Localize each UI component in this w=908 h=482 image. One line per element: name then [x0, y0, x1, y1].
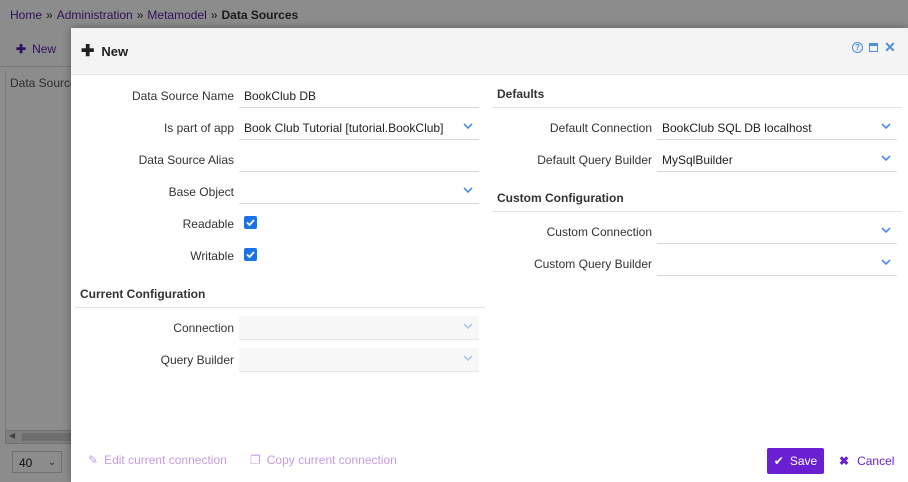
default-connection-label: Default Connection	[549, 121, 652, 135]
connection-label: Connection	[173, 321, 234, 335]
connection-select	[239, 316, 479, 340]
chevron-down-icon	[463, 186, 473, 194]
data-source-name-label: Data Source Name	[131, 89, 234, 103]
current-configuration-heading: Current Configuration	[80, 287, 206, 301]
save-button[interactable]: ✔ Save	[767, 448, 824, 474]
custom-configuration-heading: Custom Configuration	[497, 191, 624, 205]
cancel-button-label: Cancel	[857, 454, 895, 468]
plus-icon: ✚	[81, 43, 95, 60]
dialog-title-text: New	[101, 44, 129, 59]
save-button-label: Save	[789, 454, 818, 468]
chevron-down-icon	[463, 122, 473, 130]
custom-query-builder-label: Custom Query Builder	[533, 257, 652, 271]
writable-label: Writable	[190, 249, 234, 263]
is-part-of-app-value: Book Club Tutorial [tutorial.BookClub]	[244, 121, 444, 135]
base-object-label: Base Object	[168, 185, 234, 199]
edit-current-connection-label: Edit current connection	[104, 453, 227, 467]
default-connection-value: BookClub SQL DB localhost	[662, 121, 812, 135]
copy-current-connection-link[interactable]: ❐ Copy current connection	[250, 453, 397, 467]
maximize-icon[interactable]	[869, 42, 878, 52]
dialog-header: ✚ New ? ✕	[71, 28, 908, 75]
custom-query-builder-select[interactable]	[657, 252, 897, 276]
chevron-down-icon	[881, 122, 891, 130]
chevron-down-icon	[463, 322, 473, 330]
edit-icon: ✎	[88, 453, 99, 467]
is-part-of-app-select[interactable]: Book Club Tutorial [tutorial.BookClub]	[239, 116, 479, 140]
section-divider	[492, 107, 902, 108]
defaults-heading: Defaults	[497, 87, 545, 101]
header-icons: ? ✕	[852, 40, 896, 54]
custom-connection-select[interactable]	[657, 220, 897, 244]
help-icon[interactable]: ?	[852, 41, 863, 53]
default-query-builder-label: Default Query Builder	[537, 153, 652, 167]
query-builder-label: Query Builder	[160, 353, 234, 367]
writable-checkbox[interactable]	[244, 248, 257, 261]
data-source-alias-input[interactable]	[239, 148, 479, 172]
section-divider	[75, 307, 485, 308]
default-query-builder-value: MySqlBuilder	[662, 153, 733, 167]
chevron-down-icon	[463, 354, 473, 362]
base-object-select[interactable]	[239, 180, 479, 204]
data-source-alias-label: Data Source Alias	[138, 153, 234, 167]
chevron-down-icon	[881, 154, 891, 162]
close-icon[interactable]: ✕	[884, 40, 896, 54]
readable-checkbox[interactable]	[244, 216, 257, 229]
cancel-button[interactable]: ✖ Cancel	[839, 448, 894, 474]
chevron-down-icon	[881, 258, 891, 266]
edit-current-connection-link[interactable]: ✎ Edit current connection	[88, 453, 227, 467]
copy-icon: ❐	[250, 453, 261, 467]
new-data-source-dialog: ✚ New ? ✕ Data Source Name BookClub DB Is…	[71, 28, 908, 482]
is-part-of-app-label: Is part of app	[163, 121, 234, 135]
query-builder-select	[239, 348, 479, 372]
check-icon: ✔	[773, 454, 784, 468]
default-connection-select[interactable]: BookClub SQL DB localhost	[657, 116, 897, 140]
dialog-title: ✚ New	[81, 41, 128, 61]
copy-current-connection-label: Copy current connection	[266, 453, 397, 467]
cancel-icon: ✖	[839, 454, 850, 468]
data-source-name-input[interactable]: BookClub DB	[239, 84, 479, 108]
readable-label: Readable	[182, 217, 234, 231]
custom-connection-label: Custom Connection	[546, 225, 652, 239]
chevron-down-icon	[881, 226, 891, 234]
default-query-builder-select[interactable]: MySqlBuilder	[657, 148, 897, 172]
section-divider	[492, 211, 902, 212]
